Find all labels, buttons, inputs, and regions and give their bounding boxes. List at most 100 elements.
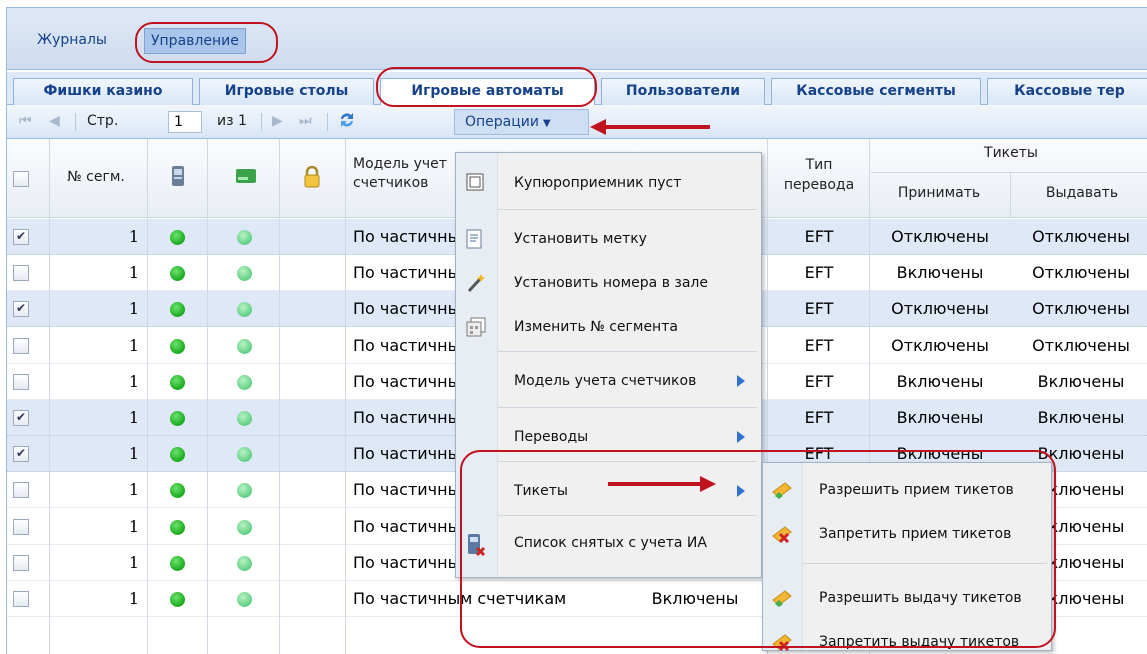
cell-transfer: EFT [804, 408, 834, 427]
status-online-icon [170, 483, 185, 499]
menu-item-label: Изменить № сегмента [514, 319, 678, 335]
cell-issue: Отключены [1032, 227, 1130, 246]
prev-page-icon[interactable]: ◀ [49, 113, 60, 129]
cell-issue: Включены [1037, 408, 1125, 427]
card-status-icon [237, 519, 252, 535]
segment-icon [466, 317, 486, 337]
card-status-icon [237, 302, 252, 318]
col-issue[interactable]: Выдавать [1013, 185, 1147, 201]
tab-cash-segments[interactable]: Кассовые сегменты [771, 78, 981, 105]
lock-icon[interactable] [285, 165, 339, 192]
page-input[interactable]: 1 [168, 111, 202, 133]
cell-issue: Включены [1037, 371, 1125, 391]
highlight-slot-machines [376, 67, 597, 107]
page-label: Стр. [87, 113, 119, 129]
col-tickets: Тикеты [984, 145, 1038, 161]
menu-item-label: Установить номера в зале [514, 275, 708, 291]
menu-item-label: Модель учета счетчиков [514, 373, 697, 389]
menu-item-bill-acceptor-empty[interactable]: Купюроприемник пуст [456, 161, 761, 205]
status-online-icon [170, 230, 185, 245]
cell-seg: 1 [128, 516, 139, 536]
operations-label: Операции [465, 114, 539, 130]
card-status-icon [237, 266, 252, 282]
card-status-icon [237, 338, 252, 354]
magic-wand-icon [466, 273, 486, 293]
cell-transfer: EFT [804, 299, 834, 319]
cell-seg: 1 [128, 263, 139, 283]
chevron-down-icon: ▼ [542, 118, 551, 129]
next-page-icon[interactable]: ▶ [272, 113, 283, 129]
cell-accept: Включены [896, 371, 984, 391]
tab-cash-terminals[interactable]: Кассовые тер [987, 78, 1147, 105]
select-all-checkbox[interactable] [13, 171, 29, 187]
col-model[interactable]: Модель учет счетчиков [353, 155, 463, 193]
status-online-icon [170, 302, 185, 318]
col-accept[interactable]: Принимать [871, 185, 1007, 201]
row-checkbox[interactable] [13, 265, 29, 282]
card-status-icon [237, 230, 252, 245]
cell-accept: Отключены [891, 227, 989, 246]
cell-transfer: EFT [804, 371, 834, 391]
page-count: из 1 [217, 113, 247, 129]
cell-issue: Отключены [1032, 263, 1130, 283]
cell-accept: Включены [896, 408, 984, 427]
cell-seg: 1 [128, 371, 139, 391]
bill-acceptor-icon [466, 173, 486, 193]
cell-transfer: EFT [804, 227, 834, 246]
card-reader-icon[interactable] [213, 168, 279, 188]
card-status-icon [237, 483, 252, 499]
machine-icon[interactable] [155, 165, 201, 191]
paging-toolbar: ⏮ ◀ Стр. 1 из 1 ▶ ⏭ Операции ▼ [7, 105, 1147, 139]
row-checkbox[interactable] [13, 482, 29, 499]
cell-accept: Включены [896, 263, 984, 283]
status-online-icon [170, 338, 185, 354]
card-status-icon [237, 411, 252, 426]
row-checkbox[interactable] [13, 554, 29, 571]
nav-journals[interactable]: Журналы [31, 28, 113, 54]
col-transfer[interactable]: Тип перевода [773, 155, 865, 195]
menu-item-change-segment[interactable]: Изменить № сегмента [456, 305, 761, 349]
row-checkbox[interactable]: ✔ [13, 301, 29, 318]
status-online-icon [170, 266, 185, 282]
cell-seg: 1 [128, 480, 139, 500]
cell-seg: 1 [128, 299, 139, 319]
cell-transfer: EFT [804, 263, 834, 283]
cell-accept: Отключены [891, 335, 989, 355]
row-checkbox[interactable]: ✔ [13, 446, 29, 463]
menu-item-set-label[interactable]: Установить метку [456, 217, 761, 261]
menu-item-meter-model[interactable]: Модель учета счетчиков [456, 359, 761, 403]
card-status-icon [237, 447, 252, 463]
tab-game-tables[interactable]: Игровые столы [199, 78, 374, 105]
card-status-icon [237, 555, 252, 571]
operations-button[interactable]: Операции ▼ [454, 109, 589, 135]
row-checkbox[interactable] [13, 337, 29, 354]
status-online-icon [170, 592, 185, 607]
col-seg[interactable]: № сегм. [49, 169, 143, 185]
first-page-icon[interactable]: ⏮ [19, 113, 32, 129]
card-status-icon [237, 592, 252, 607]
last-page-icon[interactable]: ⏭ [299, 113, 312, 129]
row-checkbox[interactable]: ✔ [13, 229, 29, 245]
tab-casino-chips[interactable]: Фишки казино [13, 78, 193, 105]
menu-item-set-hall-numbers[interactable]: Установить номера в зале [456, 261, 761, 305]
cell-issue: Отключены [1032, 299, 1130, 319]
status-online-icon [170, 411, 185, 426]
cell-seg: 1 [128, 227, 139, 246]
highlight-tickets-area [460, 450, 1056, 648]
status-online-icon [170, 519, 185, 535]
row-checkbox[interactable] [13, 373, 29, 390]
row-checkbox[interactable] [13, 518, 29, 535]
cell-seg: 1 [128, 444, 139, 464]
card-status-icon [237, 374, 252, 390]
status-online-icon [170, 447, 185, 463]
row-checkbox[interactable] [13, 591, 29, 607]
cell-seg: 1 [128, 408, 139, 427]
highlight-management [135, 22, 278, 63]
status-online-icon [170, 555, 185, 571]
document-icon [466, 229, 486, 249]
refresh-icon[interactable] [337, 110, 357, 134]
cell-seg: 1 [128, 589, 139, 608]
chevron-right-icon [737, 431, 745, 443]
tab-users[interactable]: Пользователи [601, 78, 765, 105]
row-checkbox[interactable]: ✔ [13, 410, 29, 426]
